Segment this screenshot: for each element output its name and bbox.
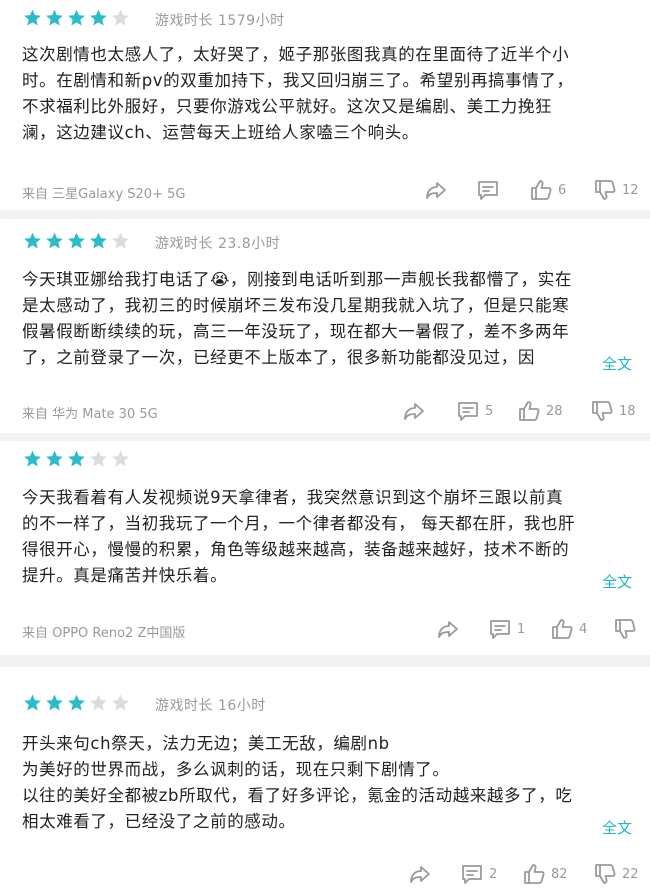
comment-button[interactable]: 1 xyxy=(488,617,525,641)
star-filled-icon xyxy=(68,9,85,26)
star-empty-icon xyxy=(112,232,129,249)
thumbs-down-icon xyxy=(592,401,613,421)
review-line: 澜，这边建议ch、运营每天上班给人家嗑三个响头。 xyxy=(22,123,419,142)
star-filled-icon xyxy=(68,694,85,711)
star-filled-icon xyxy=(24,450,41,467)
device-label: 来自 华为 Mate 30 5G xyxy=(22,407,158,422)
review-text[interactable]: 这次剧情也太感人了，太好哭了，姬子那张图我真的在里面待了近半个小 时。在剧情和新… xyxy=(22,42,632,146)
thumbs-up-icon xyxy=(531,180,552,200)
like-count: 6 xyxy=(558,182,567,198)
review-line: 了，之前登录了一次，已经更不上版本了，很多新功能都没见过，因 xyxy=(22,348,535,367)
comment-icon xyxy=(458,402,478,421)
star-filled-icon xyxy=(68,232,85,249)
review-card: 今天我看着有人发视频说9天拿律者，我突然意识到这个崩坏三跟以前真 的不一样了，当… xyxy=(0,441,650,655)
star-empty-icon xyxy=(112,450,129,467)
comment-icon xyxy=(490,620,510,639)
share-icon xyxy=(438,621,458,638)
playtime-label: 游戏时长 16小时 xyxy=(155,698,266,714)
dislike-button[interactable] xyxy=(613,617,642,641)
like-button[interactable]: 28 xyxy=(517,399,563,423)
full-text-link[interactable]: 全文 xyxy=(602,817,632,838)
star-filled-icon xyxy=(90,9,107,26)
comment-count: 2 xyxy=(489,866,498,882)
star-filled-icon xyxy=(68,450,85,467)
star-empty-icon xyxy=(90,450,107,467)
review-line: 是太感动了，我初三的时候崩坏三发布没几星期我就入坑了，但是只能寒 xyxy=(22,296,570,315)
device-label: 来自 三星Galaxy S20+ 5G xyxy=(22,187,186,202)
comment-button[interactable]: 2 xyxy=(460,862,497,886)
dislike-button[interactable]: 12 xyxy=(593,178,639,202)
thumbs-down-icon xyxy=(595,864,616,884)
thumbs-down-icon xyxy=(615,619,636,639)
review-card: 游戏时长 23.8小时 今天琪亚娜给我打电话了😭，刚接到电话听到那一声舰长我都懵… xyxy=(0,219,650,433)
share-icon xyxy=(410,866,430,883)
comment-icon xyxy=(478,181,498,200)
star-empty-icon xyxy=(112,9,129,26)
playtime-label: 游戏时长 23.8小时 xyxy=(155,236,281,252)
thumbs-down-icon xyxy=(595,180,616,200)
comment-count: 5 xyxy=(485,403,494,419)
review-line: 这次剧情也太感人了，太好哭了，姬子那张图我真的在里面待了近半个小 xyxy=(22,45,570,64)
dislike-button[interactable]: 18 xyxy=(590,399,636,423)
review-line: 相太难看了，已经没了之前的感动。 xyxy=(22,812,296,831)
star-filled-icon xyxy=(46,694,63,711)
star-filled-icon xyxy=(24,9,41,26)
share-button[interactable] xyxy=(408,862,432,886)
like-button[interactable]: 6 xyxy=(529,178,566,202)
review-line: 提升。真是痛苦并快乐着。 xyxy=(22,566,228,585)
full-text-link[interactable]: 全文 xyxy=(602,571,632,592)
share-button[interactable] xyxy=(424,178,448,202)
review-text[interactable]: 今天琪亚娜给我打电话了😭，刚接到电话听到那一声舰长我都懵了，实在 是太感动了，我… xyxy=(22,267,632,371)
comment-icon xyxy=(462,865,482,884)
share-button[interactable] xyxy=(402,399,426,423)
share-icon xyxy=(426,182,446,199)
review-line: 今天琪亚娜给我打电话了😭，刚接到电话听到那一声舰长我都懵了，实在 xyxy=(22,270,572,289)
star-rating xyxy=(22,8,131,28)
comment-button[interactable]: 5 xyxy=(456,399,493,423)
review-line: 以往的美好全都被zb所取代，看了好多评论，氪金的活动越来越多了，吃 xyxy=(22,786,573,805)
review-line: 今天我看着有人发视频说9天拿律者，我突然意识到这个崩坏三跟以前真 xyxy=(22,488,564,507)
star-empty-icon xyxy=(90,694,107,711)
review-text[interactable]: 今天我看着有人发视频说9天拿律者，我突然意识到这个崩坏三跟以前真 的不一样了，当… xyxy=(22,485,632,589)
review-line: 不求福利比外服好，只要你游戏公平就好。这次又是编剧、美工力挽狂 xyxy=(22,97,553,116)
full-text-link[interactable]: 全文 xyxy=(602,353,632,374)
like-button[interactable]: 82 xyxy=(522,862,568,886)
dislike-count: 22 xyxy=(622,866,639,882)
dislike-button[interactable]: 22 xyxy=(593,862,639,886)
star-rating xyxy=(22,693,131,713)
comment-count: 1 xyxy=(517,621,526,637)
thumbs-up-icon xyxy=(524,864,545,884)
review-line: 假暑假断断续续的玩，高三一年没玩了，现在都大一暑假了，差不多两年 xyxy=(22,322,570,341)
review-text[interactable]: 开头来句ch祭天，法力无边；美工无敌，编剧nb 为美好的世界而战，多么讽刺的话，… xyxy=(22,731,632,835)
device-label: 来自 OPPO Reno2 Z中国版 xyxy=(22,626,186,641)
star-empty-icon xyxy=(112,694,129,711)
comment-button[interactable] xyxy=(476,178,505,202)
like-count: 4 xyxy=(579,621,588,637)
thumbs-up-icon xyxy=(552,619,573,639)
thumbs-up-icon xyxy=(519,401,540,421)
dislike-count: 18 xyxy=(619,403,636,419)
review-card: 游戏时长 1579小时 这次剧情也太感人了，太好哭了，姬子那张图我真的在里面待了… xyxy=(0,0,650,210)
dislike-count: 12 xyxy=(622,182,639,198)
star-filled-icon xyxy=(24,232,41,249)
share-button[interactable] xyxy=(436,617,460,641)
star-filled-icon xyxy=(24,694,41,711)
like-button[interactable]: 4 xyxy=(550,617,587,641)
review-line: 时。在剧情和新pv的双重加持下，我又回归崩三了。希望别再搞事情了， xyxy=(22,71,574,90)
star-filled-icon xyxy=(46,450,63,467)
playtime-label: 游戏时长 1579小时 xyxy=(155,13,285,29)
star-rating xyxy=(22,449,131,469)
star-filled-icon xyxy=(46,9,63,26)
like-count: 28 xyxy=(546,403,563,419)
star-filled-icon xyxy=(46,232,63,249)
review-line: 为美好的世界而战，多么讽刺的话，现在只剩下剧情了。 xyxy=(22,760,450,779)
review-line: 开头来句ch祭天，法力无边；美工无敌，编剧nb xyxy=(22,734,390,753)
like-count: 82 xyxy=(551,866,568,882)
star-rating xyxy=(22,231,131,251)
review-line: 的不一样了，当初我玩了一个月，一个律者都没有， 每天都在肝，我也肝 xyxy=(22,514,576,533)
star-filled-icon xyxy=(90,232,107,249)
share-icon xyxy=(404,403,424,420)
review-line: 得很开心，慢慢的积累，角色等级越来越高，装备越来越好，技术不断的 xyxy=(22,540,570,559)
review-card: 游戏时长 16小时 开头来句ch祭天，法力无边；美工无敌，编剧nb 为美好的世界… xyxy=(0,667,650,892)
